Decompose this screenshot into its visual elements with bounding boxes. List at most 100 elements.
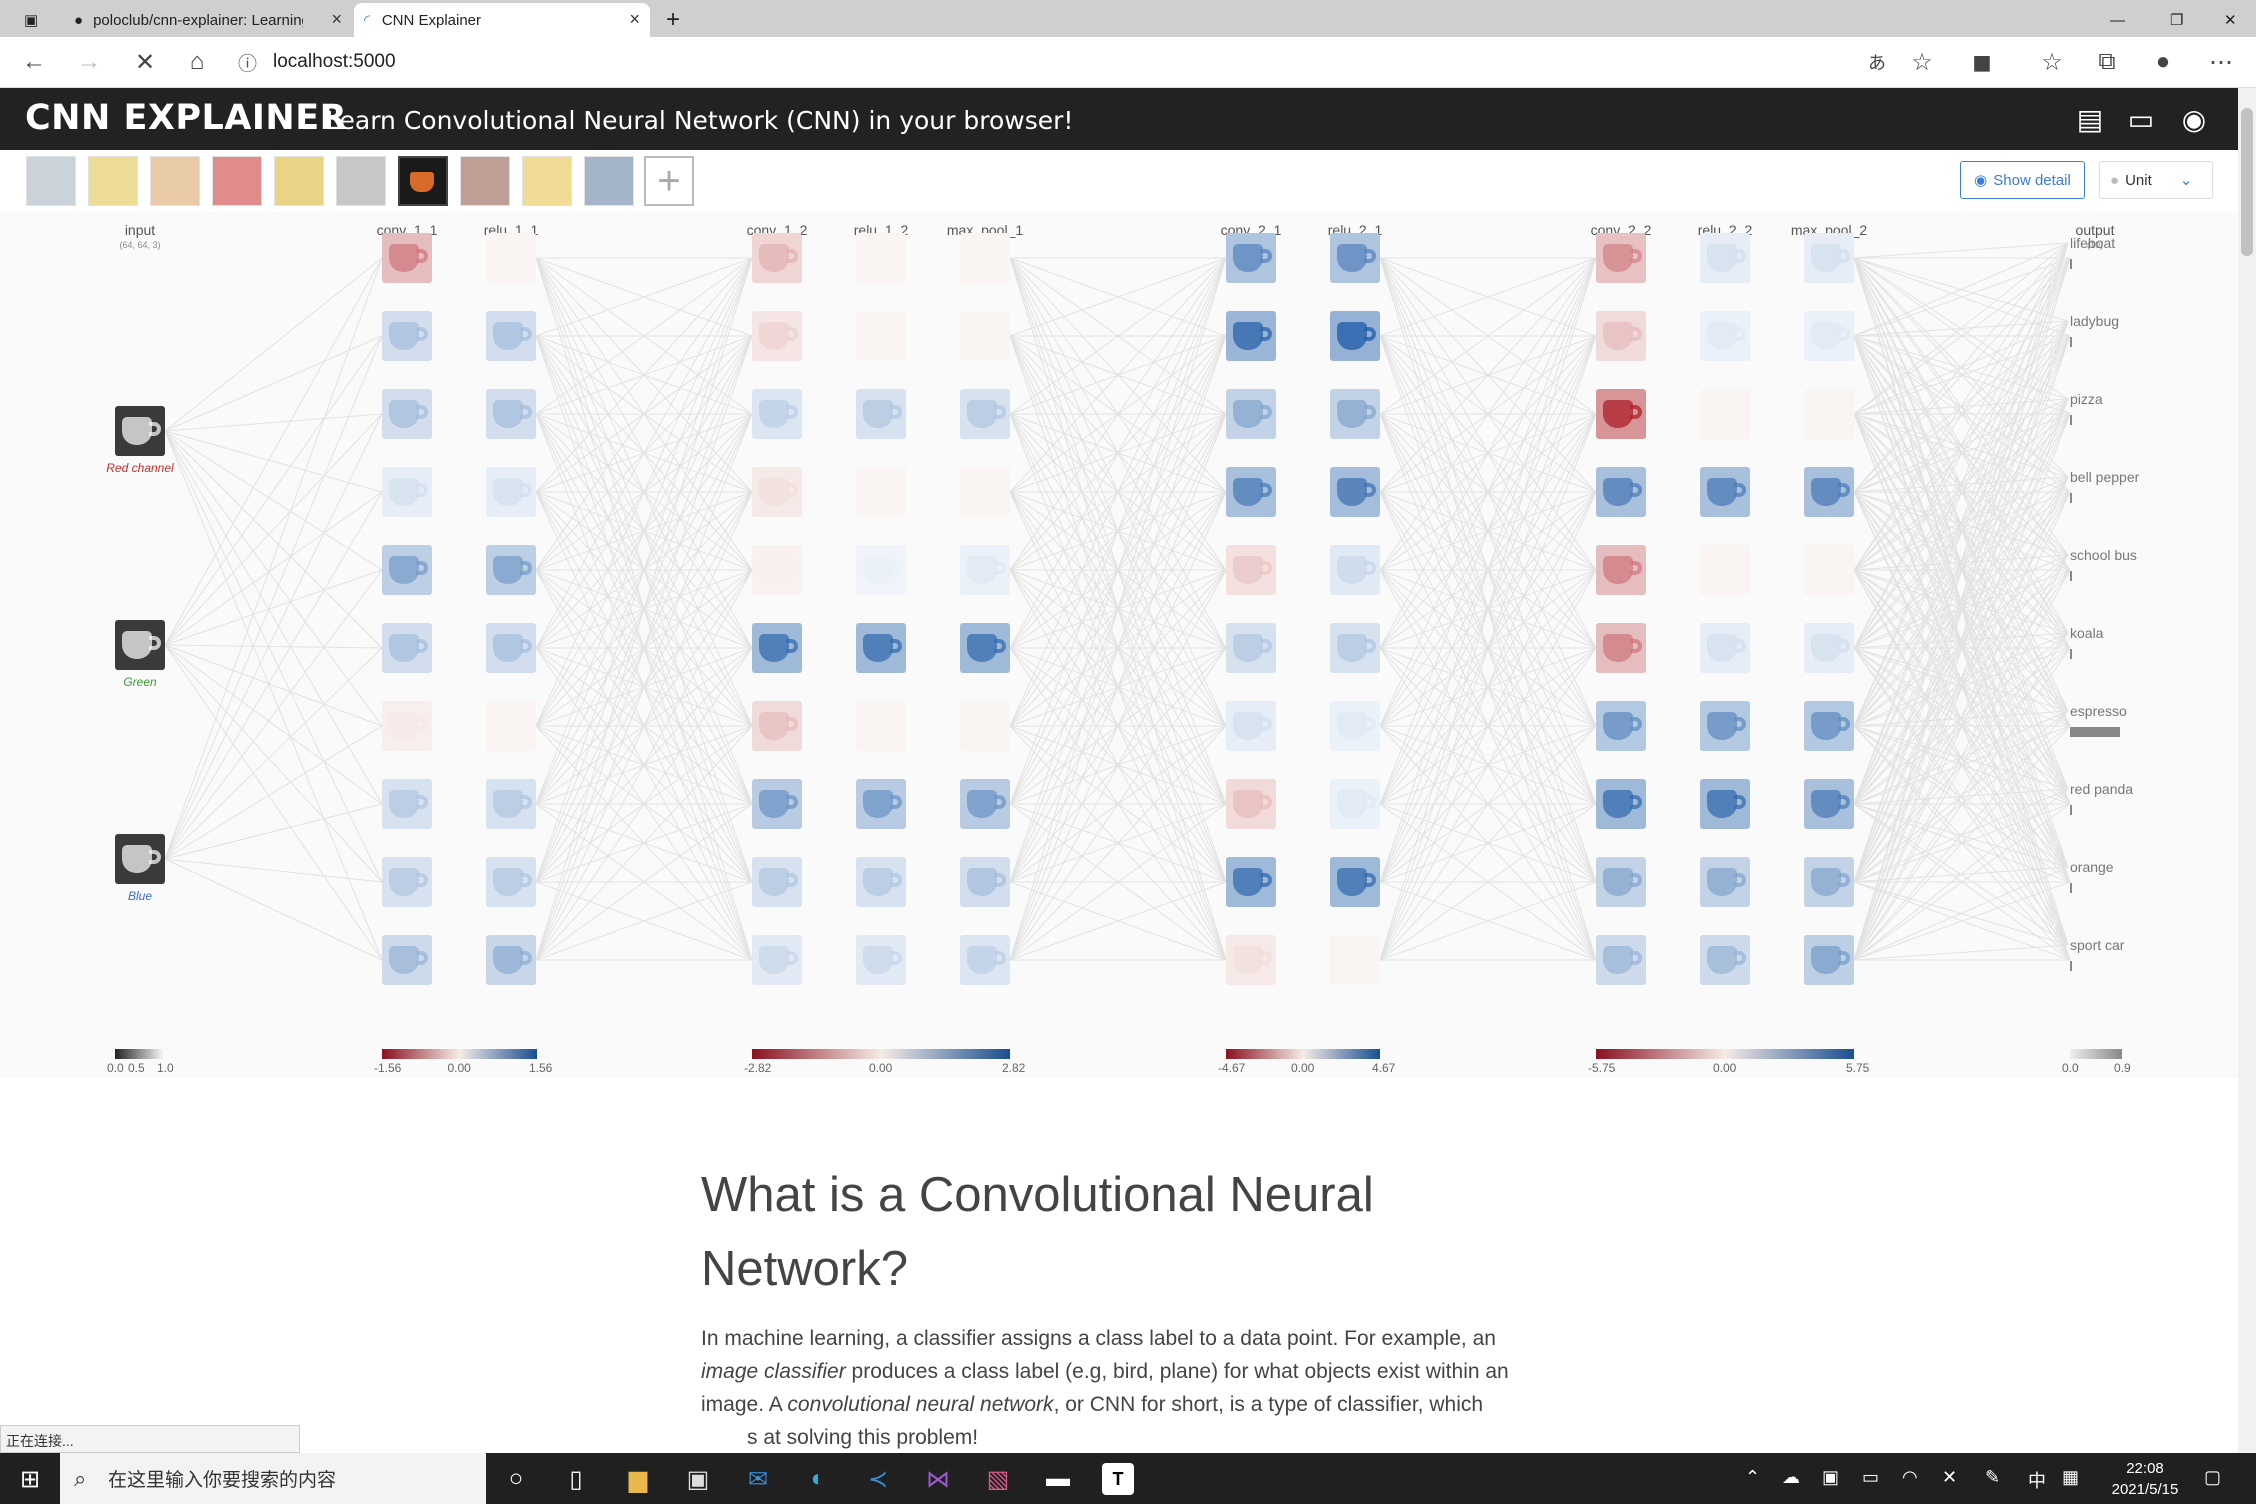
- feature-map-node[interactable]: [382, 545, 432, 595]
- feature-map-node[interactable]: [1804, 311, 1854, 361]
- feature-map-node[interactable]: [486, 857, 536, 907]
- feature-map-node[interactable]: [1226, 857, 1276, 907]
- extension-icon[interactable]: ◼: [1967, 47, 1997, 77]
- feature-map-node[interactable]: [856, 233, 906, 283]
- feature-map-node[interactable]: [1330, 545, 1380, 595]
- feature-map-node[interactable]: [960, 779, 1010, 829]
- feature-map-node[interactable]: [1700, 389, 1750, 439]
- ime-indicator[interactable]: 中: [2028, 1467, 2046, 1493]
- image-thumbnail-red-panda[interactable]: [460, 156, 510, 206]
- feature-map-node[interactable]: [1804, 545, 1854, 595]
- feature-map-node[interactable]: [752, 779, 802, 829]
- url-input[interactable]: ⓘ localhost:5000: [238, 43, 1938, 81]
- feature-map-node[interactable]: [1596, 233, 1646, 283]
- feature-map-node[interactable]: [1596, 779, 1646, 829]
- clock[interactable]: 22:08 2021/5/15: [2090, 1458, 2200, 1500]
- feature-map-node[interactable]: [856, 311, 906, 361]
- image-thumbnail-school-bus[interactable]: [274, 156, 324, 206]
- store-icon[interactable]: ▣: [682, 1463, 714, 1495]
- feature-map-node[interactable]: [1226, 623, 1276, 673]
- feature-map-node[interactable]: [856, 857, 906, 907]
- feature-map-node[interactable]: [1596, 389, 1646, 439]
- collections-icon[interactable]: ⧉: [2092, 47, 2122, 77]
- feature-map-node[interactable]: [382, 623, 432, 673]
- feature-map-node[interactable]: [752, 311, 802, 361]
- feature-map-node[interactable]: [1330, 233, 1380, 283]
- image-thumbnail-koala[interactable]: [336, 156, 386, 206]
- taskbar-search-input[interactable]: ⌕ 在这里输入你要搜索的内容: [60, 1453, 486, 1504]
- scrollbar[interactable]: [2238, 88, 2256, 1453]
- output-class-label[interactable]: lifeboat: [2070, 235, 2115, 251]
- feature-map-node[interactable]: [486, 389, 536, 439]
- feature-map-node[interactable]: [856, 389, 906, 439]
- battery-icon[interactable]: ▭: [1862, 1467, 1879, 1488]
- image-thumbnail-bell-pepper[interactable]: [212, 156, 262, 206]
- feature-map-node[interactable]: [1700, 701, 1750, 751]
- feature-map-node[interactable]: [1804, 233, 1854, 283]
- feature-map-node[interactable]: [1330, 389, 1380, 439]
- feature-map-node[interactable]: [382, 857, 432, 907]
- feature-map-node[interactable]: [960, 935, 1010, 985]
- file-explorer-icon[interactable]: ▆: [622, 1463, 654, 1495]
- feature-map-node[interactable]: [1700, 779, 1750, 829]
- home-icon[interactable]: ⌂: [182, 47, 212, 77]
- keyboard-icon[interactable]: ▦: [2062, 1467, 2079, 1488]
- feature-map-node[interactable]: [1226, 779, 1276, 829]
- feature-map-node[interactable]: [1804, 467, 1854, 517]
- feature-map-node[interactable]: [960, 701, 1010, 751]
- feature-map-node[interactable]: [1226, 467, 1276, 517]
- feature-map-node[interactable]: [752, 389, 802, 439]
- feature-map-node[interactable]: [486, 935, 536, 985]
- feature-map-node[interactable]: [752, 857, 802, 907]
- feature-map-node[interactable]: [1330, 935, 1380, 985]
- feature-map-node[interactable]: [1596, 467, 1646, 517]
- tray-app-icon[interactable]: ▣: [1822, 1467, 1839, 1488]
- tab-cnn-explainer[interactable]: ◜ CNN Explainer ×: [354, 3, 650, 37]
- feature-map-node[interactable]: [382, 467, 432, 517]
- forward-icon[interactable]: →: [74, 47, 104, 77]
- task-view-icon[interactable]: ▯: [560, 1463, 592, 1495]
- typora-icon[interactable]: T: [1102, 1463, 1134, 1495]
- feature-map-node[interactable]: [1226, 311, 1276, 361]
- feature-map-node[interactable]: [1700, 467, 1750, 517]
- unit-dropdown[interactable]: ● Unit ⌄: [2099, 161, 2213, 199]
- windows-start-icon[interactable]: ⊞: [14, 1463, 46, 1495]
- image-thumbnail-sport-car[interactable]: [584, 156, 634, 206]
- feature-map-node[interactable]: [960, 623, 1010, 673]
- favorite-add-icon[interactable]: ☆: [1907, 47, 1937, 77]
- vscode-icon[interactable]: ≺: [862, 1463, 894, 1495]
- output-class-label[interactable]: red panda: [2070, 781, 2133, 797]
- feature-map-node[interactable]: [1804, 701, 1854, 751]
- feature-map-node[interactable]: [752, 545, 802, 595]
- output-class-label[interactable]: pizza: [2070, 391, 2103, 407]
- feature-map-node[interactable]: [1330, 623, 1380, 673]
- feature-map-node[interactable]: [1596, 857, 1646, 907]
- image-thumbnail-espresso[interactable]: [398, 156, 448, 206]
- feature-map-node[interactable]: [486, 233, 536, 283]
- feature-map-node[interactable]: [1700, 623, 1750, 673]
- feature-map-node[interactable]: [486, 311, 536, 361]
- feature-map-node[interactable]: [1596, 311, 1646, 361]
- output-class-label[interactable]: ladybug: [2070, 313, 2119, 329]
- mute-icon[interactable]: ✕: [1942, 1467, 1957, 1488]
- video-icon[interactable]: ▭: [2124, 102, 2158, 136]
- feature-map-node[interactable]: [1596, 623, 1646, 673]
- tab-actions-icon[interactable]: ▣: [14, 3, 44, 37]
- image-thumbnail-orange[interactable]: [522, 156, 572, 206]
- feature-map-node[interactable]: [856, 623, 906, 673]
- feature-map-node[interactable]: [1226, 545, 1276, 595]
- output-class-label[interactable]: school bus: [2070, 547, 2137, 563]
- feature-map-node[interactable]: [1226, 935, 1276, 985]
- visual-studio-icon[interactable]: ⋈: [922, 1463, 954, 1495]
- feature-map-node[interactable]: [486, 701, 536, 751]
- feature-map-node[interactable]: [486, 545, 536, 595]
- feature-map-node[interactable]: [960, 467, 1010, 517]
- maximize-button[interactable]: ❐: [2160, 3, 2190, 37]
- feature-map-node[interactable]: [1596, 935, 1646, 985]
- scrollbar-thumb[interactable]: [2241, 108, 2253, 256]
- feature-map-node[interactable]: [486, 623, 536, 673]
- image-thumbnail-boat[interactable]: [26, 156, 76, 206]
- github-icon[interactable]: ◉: [2177, 102, 2211, 136]
- feature-map-node[interactable]: [486, 779, 536, 829]
- feature-map-node[interactable]: [382, 701, 432, 751]
